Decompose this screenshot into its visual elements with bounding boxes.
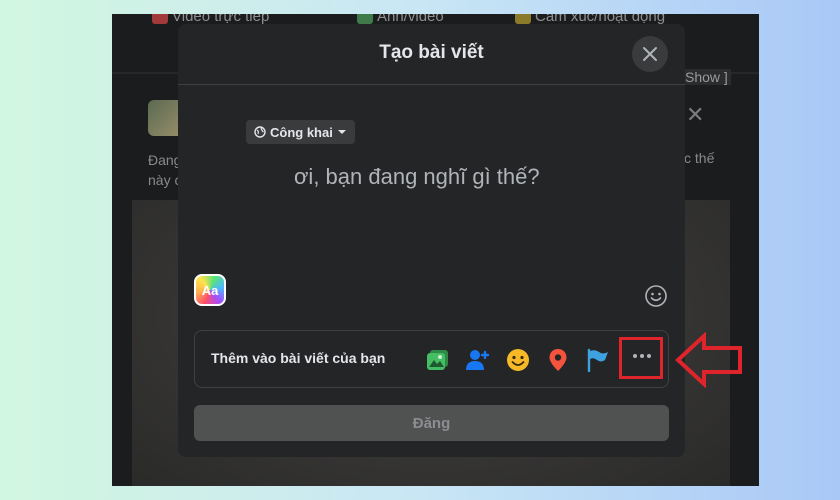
close-icon xyxy=(643,47,657,61)
close-button[interactable] xyxy=(632,36,668,72)
background-show-label: Show ] xyxy=(682,69,731,85)
bg-text-line: Đang xyxy=(148,152,182,168)
globe-icon xyxy=(254,126,266,138)
emoji-picker-icon[interactable] xyxy=(644,284,668,308)
privacy-label: Công khai xyxy=(270,124,333,140)
feeling-icon[interactable] xyxy=(505,347,531,373)
background-text-right: c thế xyxy=(684,150,715,166)
caret-down-icon xyxy=(337,130,346,134)
location-icon[interactable] xyxy=(545,347,571,373)
pointer-arrow-icon xyxy=(675,332,742,388)
dialog-title: Tạo bài viết xyxy=(379,42,484,63)
dialog-divider xyxy=(178,84,685,85)
create-post-dialog: Tạo bài viết Công khai ơi, bạn đang nghĩ… xyxy=(178,24,685,457)
live-video-icon xyxy=(152,14,168,24)
photo-icon xyxy=(357,14,373,24)
photo-video-icon[interactable] xyxy=(425,347,451,373)
background-close-icon: ✕ xyxy=(686,102,705,127)
tag-people-icon[interactable] xyxy=(465,347,491,373)
feeling-icon xyxy=(515,14,531,24)
post-button[interactable]: Đăng xyxy=(194,405,669,441)
add-to-post-bar: Thêm vào bài viết của bạn xyxy=(194,330,669,388)
post-text-input[interactable]: ơi, bạn đang nghĩ gì thế? xyxy=(294,164,540,190)
add-to-post-label: Thêm vào bài viết của bạn xyxy=(211,350,386,366)
text-style-button[interactable]: Aa xyxy=(194,274,226,306)
more-icon[interactable] xyxy=(630,351,654,361)
background-text-left: Đang này c xyxy=(148,150,181,190)
bg-text-line: này c xyxy=(148,172,182,188)
privacy-selector[interactable]: Công khai xyxy=(246,120,355,144)
flag-icon[interactable] xyxy=(585,347,611,373)
